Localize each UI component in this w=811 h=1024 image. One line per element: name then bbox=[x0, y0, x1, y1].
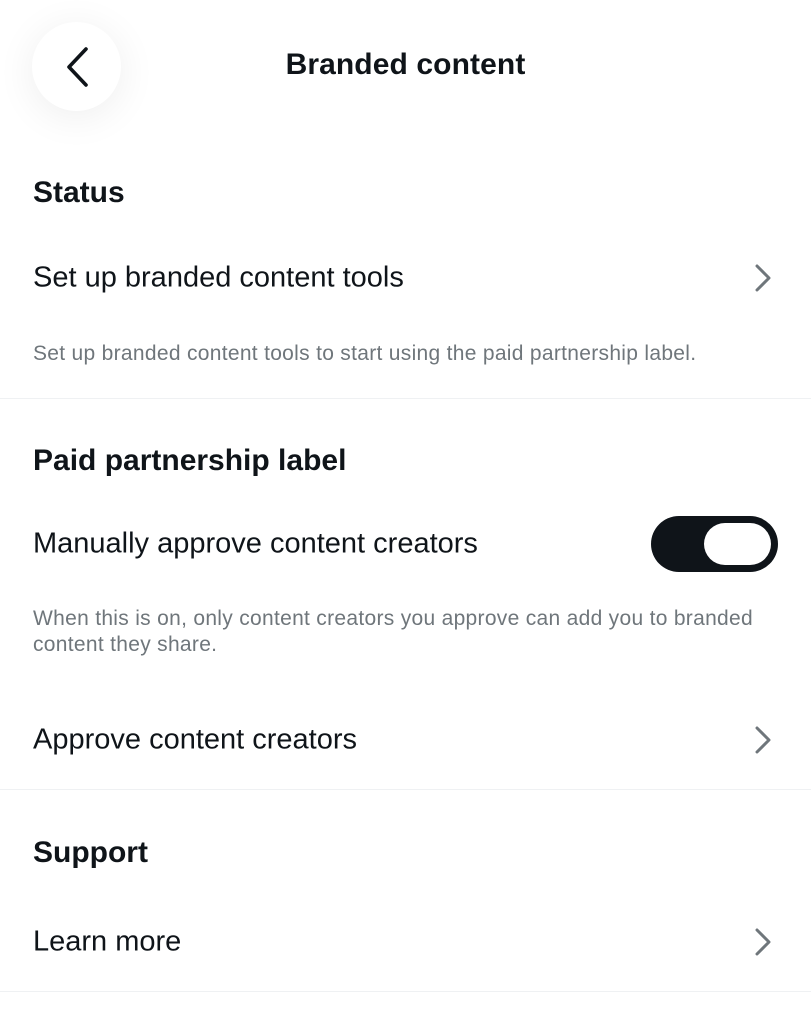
support-heading: Support bbox=[33, 836, 148, 869]
manual-approve-toggle[interactable] bbox=[651, 516, 778, 572]
status-heading: Status bbox=[33, 176, 125, 209]
chevron-right-icon bbox=[755, 726, 771, 754]
setup-branded-content-tools-row[interactable]: Set up branded content tools bbox=[0, 243, 811, 313]
page-title: Branded content bbox=[285, 48, 526, 81]
chevron-right-icon bbox=[755, 264, 771, 292]
chevron-right-icon bbox=[755, 928, 771, 956]
manual-approve-row: Manually approve content creators bbox=[0, 509, 811, 579]
divider bbox=[0, 991, 811, 992]
divider bbox=[0, 789, 811, 790]
approve-content-creators-row[interactable]: Approve content creators bbox=[0, 705, 811, 775]
learn-more-label: Learn more bbox=[33, 925, 182, 958]
status-helper-text: Set up branded content tools to start us… bbox=[33, 342, 697, 365]
approve-content-creators-label: Approve content creators bbox=[33, 723, 358, 756]
divider bbox=[0, 398, 811, 399]
paid-partnership-helper-text: When this is on, only content creators y… bbox=[33, 607, 753, 656]
header-bar: Branded content bbox=[0, 0, 811, 132]
learn-more-row[interactable]: Learn more bbox=[0, 907, 811, 977]
manual-approve-label: Manually approve content creators bbox=[33, 527, 478, 560]
toggle-knob bbox=[704, 523, 771, 565]
paid-partnership-heading: Paid partnership label bbox=[33, 444, 347, 477]
setup-branded-content-tools-label: Set up branded content tools bbox=[33, 261, 404, 294]
